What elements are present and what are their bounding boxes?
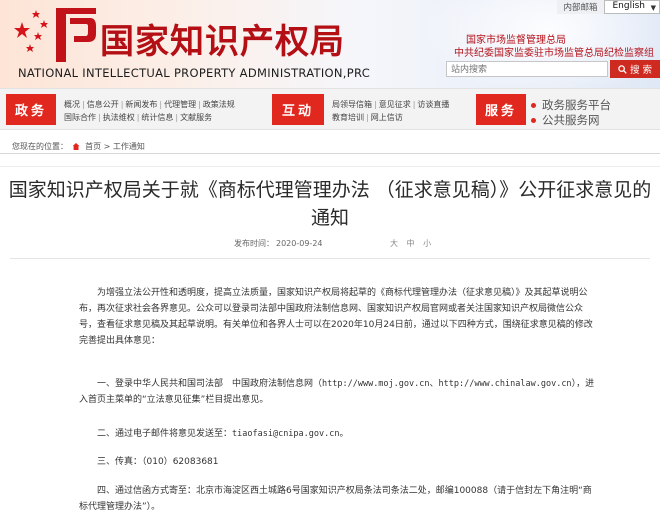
bullet-icon (531, 117, 536, 123)
nav-link-international[interactable]: 国际合作 (64, 111, 96, 124)
nav-link-petition[interactable]: 网上信访 (371, 111, 403, 124)
nav-link-leader-mailbox[interactable]: 局领导信箱 (332, 98, 372, 111)
method2-text: 二、通过电子邮件将意见发送至： (97, 429, 233, 439)
search-input[interactable] (446, 61, 608, 77)
method2-end: 。 (339, 429, 349, 439)
platform-gov-service[interactable]: 政务服务平台 (531, 97, 611, 113)
language-label: English (612, 1, 646, 11)
article-paragraph-method4: 四、通过信函方式寄至：北京市海淀区西土城路6号国家知识产权局条法司条法二处，邮编… (79, 486, 592, 512)
search-icon (618, 64, 627, 74)
publish-date: 发布时间： 2020-09-24 (234, 238, 323, 249)
chevron-down-icon: ▼ (650, 4, 656, 12)
main-nav: 政务 概况 | 信息公开 | 新闻发布 | 代理管理 | 政策法规 国际合作 | 执法维权… (0, 88, 660, 130)
email-link[interactable]: tiaofasi@cnipa.gov.cn (232, 429, 339, 439)
internal-mail-link[interactable]: 内部邮箱 (557, 0, 604, 14)
nav-block-gov[interactable]: 政务 (6, 94, 56, 125)
breadcrumb-current[interactable]: 工作通知 (113, 142, 145, 151)
nav-block-service[interactable]: 服务 (476, 94, 526, 125)
site-title-cn[interactable]: 国家知识产权局 (100, 14, 345, 63)
nav-link-opinion[interactable]: 意见征求 (379, 98, 411, 111)
org-link-discipline[interactable]: 中共纪委国家监委驻市场监管总局纪检监察组 (454, 44, 654, 59)
cnipa-logo-icon[interactable] (8, 4, 98, 66)
nav-link-info-disclosure[interactable]: 信息公开 (87, 98, 119, 111)
title-divider (10, 258, 650, 259)
top-links: 内部邮箱 English ▼ (557, 0, 660, 14)
platform-gov-service-label: 政务服务平台 (542, 98, 611, 112)
nav-link-statistics[interactable]: 统计信息 (141, 111, 173, 124)
breadcrumb-home[interactable]: 首页 (85, 142, 101, 151)
site-title-en: NATIONAL INTELLECTUAL PROPERTY ADMINISTR… (18, 66, 371, 80)
publish-date-label: 发布时间： (234, 239, 274, 248)
nav-link-news[interactable]: 新闻发布 (125, 98, 157, 111)
nav-link-overview[interactable]: 概况 (64, 98, 80, 111)
method1-sep: 、 (429, 379, 439, 389)
nav-link-training[interactable]: 教育培训 (332, 111, 364, 124)
publish-date-value: 2020-09-24 (276, 239, 323, 248)
breadcrumb: 您现在的位置： 首页 > 工作通知 (0, 140, 660, 154)
nav-link-enforcement[interactable]: 执法维权 (103, 111, 135, 124)
breadcrumb-prefix: 您现在的位置： (12, 142, 68, 151)
nav-gov-links: 概况 | 信息公开 | 新闻发布 | 代理管理 | 政策法规 国际合作 | 执法维权 | 统… (64, 98, 235, 124)
nav-link-policy[interactable]: 政策法规 (203, 98, 235, 111)
home-icon (72, 143, 80, 150)
article-paragraph-method2: 二、通过电子邮件将意见发送至：tiaofasi@cnipa.gov.cn。 (79, 426, 599, 442)
article-paragraph-method1: 一、登录中华人民共和国司法部 中国政府法制信息网（http://www.moj.… (79, 376, 599, 408)
nav-link-literature[interactable]: 文献服务 (180, 111, 212, 124)
platform-public-service[interactable]: 公共服务网 (531, 112, 600, 128)
nav-link-agency[interactable]: 代理管理 (164, 98, 196, 111)
nav-interact-links: 局领导信箱 | 意见征求 | 访谈直播 教育培训 | 网上信访 (332, 98, 450, 124)
nav-link-interview[interactable]: 访谈直播 (417, 98, 449, 111)
fax-number: 62083681 (172, 457, 219, 467)
nav-block-interact[interactable]: 互动 (272, 94, 324, 125)
font-size-selector[interactable]: 大 中 小 (390, 238, 431, 249)
bullet-icon (531, 102, 536, 108)
link-chinalaw[interactable]: http://www.chinalaw.gov.cn (439, 379, 572, 389)
method3-text: 三、传真：（010） (97, 457, 173, 467)
site-header: 国家知识产权局 NATIONAL INTELLECTUAL PROPERTY A… (0, 0, 660, 88)
article-paragraph-method3: 三、传真：（010）62083681 (79, 454, 599, 470)
search-button-label: 搜 索 (629, 65, 653, 76)
method1-text: 一、登录中华人民共和国司法部 中国政府法制信息网（ (97, 379, 323, 389)
language-select[interactable]: English ▼ (603, 0, 660, 14)
link-moj[interactable]: http://www.moj.gov.cn (322, 379, 429, 389)
article-paragraph-intro: 为增强立法公开性和透明度，提高立法质量，国家知识产权局将起草的《商标代理管理办法… (79, 288, 593, 346)
breadcrumb-separator: > (103, 142, 111, 151)
platform-public-service-label: 公共服务网 (542, 113, 600, 127)
article-title: 国家知识产权局关于就《商标代理管理办法 （征求意见稿）》公开征求意见的通知 (8, 179, 652, 229)
search-button[interactable]: 搜 索 (610, 60, 660, 78)
